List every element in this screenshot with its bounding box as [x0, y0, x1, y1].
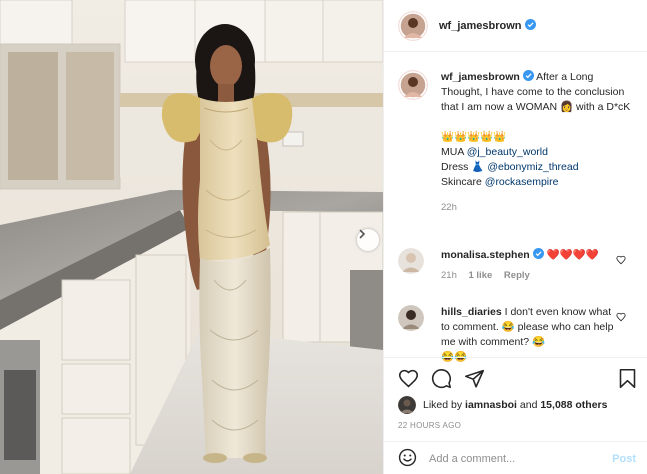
caption-username[interactable]: wf_jamesbrown — [441, 71, 520, 83]
skincare-handle-link[interactable]: @rockasempire — [485, 176, 559, 188]
action-icons — [398, 368, 485, 392]
comment-likes[interactable]: 1 like — [469, 270, 493, 281]
comment-button[interactable] — [431, 368, 452, 392]
emoji-smile-icon — [398, 448, 417, 466]
kitchen-photo — [0, 0, 383, 474]
post-side-panel: wf_jamesbrown wf_jamesbrown After a Long… — [383, 0, 647, 474]
comment-meta: 21h 1 like Reply — [441, 268, 617, 283]
comment-time[interactable]: 21h — [441, 270, 457, 281]
comment-like-icon[interactable] — [616, 312, 626, 322]
comment-icon — [431, 369, 452, 389]
dress-emoji: 👗 — [471, 161, 485, 173]
likes-count-link[interactable]: 15,088 others — [540, 399, 607, 411]
share-icon — [464, 369, 485, 388]
chevron-right-icon — [359, 229, 366, 239]
dress-label: Dress — [441, 161, 469, 173]
post-comment-button[interactable]: Post — [612, 453, 636, 465]
next-photo-button[interactable] — [357, 229, 379, 251]
commenter-avatar[interactable] — [398, 305, 424, 331]
heart-icon — [398, 369, 419, 388]
comment-body: hills_diaries I don't even know what to … — [441, 305, 617, 365]
dress-handle-link[interactable]: @ebonymiz_thread — [487, 161, 578, 173]
comment-item: hills_diaries I don't even know what to … — [398, 305, 638, 365]
comment-body: monalisa.stephen ❤️❤️❤️❤️ 21h 1 like Rep… — [441, 248, 617, 283]
mua-handle-link[interactable]: @j_beauty_world — [467, 146, 548, 158]
likes-summary: Liked by iamnasboi and 15,088 others — [398, 396, 607, 414]
likes-and: and — [519, 399, 538, 411]
post-caption: wf_jamesbrown After a Long Thought, I ha… — [398, 70, 638, 215]
caption-line1-end: with a D*cK — [576, 101, 631, 113]
crowns-emoji: 👑👑👑👑👑 — [441, 131, 507, 143]
woman-emoji: 👩 — [560, 101, 574, 113]
liker-username[interactable]: iamnasboi — [465, 399, 517, 411]
add-comment-bar: Post — [384, 441, 647, 474]
author-username[interactable]: wf_jamesbrown — [439, 19, 536, 32]
skincare-label: Skincare — [441, 176, 482, 188]
caption-avatar[interactable] — [398, 70, 428, 100]
emoji-button[interactable] — [398, 448, 417, 470]
comment-item: monalisa.stephen ❤️❤️❤️❤️ 21h 1 like Rep… — [398, 248, 638, 283]
comment-text: ❤️❤️❤️❤️ — [546, 249, 599, 261]
verified-icon — [524, 19, 536, 30]
post-header: wf_jamesbrown — [384, 0, 647, 52]
share-button[interactable] — [464, 368, 485, 392]
save-button[interactable] — [618, 368, 637, 392]
comment-like-icon[interactable] — [616, 255, 626, 265]
comment-username[interactable]: monalisa.stephen — [441, 249, 530, 261]
liker-avatar[interactable] — [398, 396, 416, 414]
post-timestamp[interactable]: 22 HOURS AGO — [398, 421, 461, 430]
post-actions: Liked by iamnasboi and 15,088 others 22 … — [384, 357, 647, 474]
commenter-avatar[interactable] — [398, 248, 424, 274]
comment-input[interactable] — [429, 452, 604, 465]
reply-button[interactable]: Reply — [504, 270, 530, 281]
like-button[interactable] — [398, 368, 419, 392]
bookmark-icon — [619, 368, 636, 389]
mua-label: MUA — [441, 146, 464, 158]
caption-time[interactable]: 22h — [441, 200, 637, 215]
liked-by-label: Liked by — [423, 399, 463, 411]
caption-text: wf_jamesbrown After a Long Thought, I ha… — [441, 70, 637, 215]
verified-icon — [532, 248, 544, 259]
comment-username[interactable]: hills_diaries — [441, 306, 502, 318]
verified-icon — [522, 70, 534, 81]
post-photo[interactable] — [0, 0, 383, 474]
author-avatar[interactable] — [398, 10, 428, 41]
